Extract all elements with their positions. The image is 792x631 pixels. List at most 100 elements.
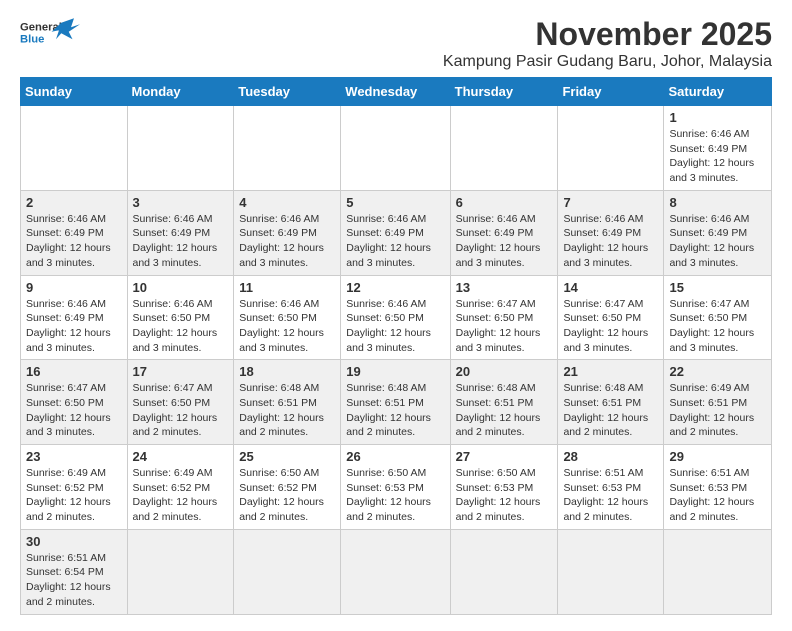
day-info: Sunrise: 6:46 AMSunset: 6:49 PMDaylight:… — [456, 212, 553, 271]
calendar-cell: 30Sunrise: 6:51 AMSunset: 6:54 PMDayligh… — [21, 529, 128, 614]
day-number: 15 — [669, 280, 766, 295]
day-number: 24 — [133, 449, 229, 464]
day-info: Sunrise: 6:46 AMSunset: 6:49 PMDaylight:… — [563, 212, 658, 271]
day-number: 1 — [669, 110, 766, 125]
day-number: 19 — [346, 364, 444, 379]
day-info: Sunrise: 6:46 AMSunset: 6:49 PMDaylight:… — [26, 297, 122, 356]
day-number: 28 — [563, 449, 658, 464]
day-info: Sunrise: 6:51 AMSunset: 6:53 PMDaylight:… — [669, 466, 766, 525]
day-number: 4 — [239, 195, 335, 210]
calendar-cell — [127, 106, 234, 191]
calendar-cell: 29 Sunrise: 6:51 AMSunset: 6:53 PMDayligh… — [664, 445, 772, 530]
month-title: November 2025 — [443, 16, 772, 53]
calendar-cell: 2 Sunrise: 6:46 AMSunset: 6:49 PMDaylight… — [21, 190, 128, 275]
calendar-cell: 4 Sunrise: 6:46 AMSunset: 6:49 PMDaylight… — [234, 190, 341, 275]
calendar-cell: 13Sunrise: 6:47 AMSunset: 6:50 PMDayligh… — [450, 275, 558, 360]
location-subtitle: Kampung Pasir Gudang Baru, Johor, Malays… — [443, 53, 772, 71]
weekday-header-sunday: Sunday — [21, 78, 128, 106]
day-info: Sunrise: 6:48 AMSunset: 6:51 PMDaylight:… — [456, 381, 553, 440]
svg-text:Blue: Blue — [20, 33, 44, 45]
calendar-cell: 20 Sunrise: 6:48 AMSunset: 6:51 PMDayligh… — [450, 360, 558, 445]
day-info: Sunrise: 6:46 AMSunset: 6:49 PMDaylight:… — [133, 212, 229, 271]
day-number: 7 — [563, 195, 658, 210]
weekday-header-tuesday: Tuesday — [234, 78, 341, 106]
calendar-cell — [234, 529, 341, 614]
calendar-cell — [450, 106, 558, 191]
day-number: 29 — [669, 449, 766, 464]
day-info: Sunrise: 6:46 AMSunset: 6:49 PMDaylight:… — [239, 212, 335, 271]
calendar-cell: 25 Sunrise: 6:50 AMSunset: 6:52 PMDayligh… — [234, 445, 341, 530]
calendar-cell: 11Sunrise: 6:46 AMSunset: 6:50 PMDayligh… — [234, 275, 341, 360]
day-info: Sunrise: 6:47 AMSunset: 6:50 PMDaylight:… — [133, 381, 229, 440]
week-row-4: 16Sunrise: 6:47 AMSunset: 6:50 PMDayligh… — [21, 360, 772, 445]
calendar-cell — [341, 106, 450, 191]
calendar-cell: 22Sunrise: 6:49 AMSunset: 6:51 PMDayligh… — [664, 360, 772, 445]
calendar-cell: 9 Sunrise: 6:46 AMSunset: 6:49 PMDaylight… — [21, 275, 128, 360]
day-info: Sunrise: 6:46 AMSunset: 6:49 PMDaylight:… — [669, 127, 766, 186]
calendar-cell — [450, 529, 558, 614]
day-info: Sunrise: 6:46 AMSunset: 6:49 PMDaylight:… — [346, 212, 444, 271]
calendar-cell: 1 Sunrise: 6:46 AMSunset: 6:49 PMDaylight… — [664, 106, 772, 191]
calendar-cell: 8 Sunrise: 6:46 AMSunset: 6:49 PMDaylight… — [664, 190, 772, 275]
day-info: Sunrise: 6:50 AMSunset: 6:53 PMDaylight:… — [456, 466, 553, 525]
header: General Blue November 2025 Kampung Pasir… — [20, 16, 772, 71]
svg-text:General: General — [20, 21, 62, 33]
calendar-cell — [558, 529, 664, 614]
title-area: November 2025 Kampung Pasir Gudang Baru,… — [443, 16, 772, 71]
day-number: 12 — [346, 280, 444, 295]
calendar-cell: 14Sunrise: 6:47 AMSunset: 6:50 PMDayligh… — [558, 275, 664, 360]
day-info: Sunrise: 6:47 AMSunset: 6:50 PMDaylight:… — [669, 297, 766, 356]
day-number: 9 — [26, 280, 122, 295]
calendar-table: SundayMondayTuesdayWednesdayThursdayFrid… — [20, 77, 772, 615]
day-number: 6 — [456, 195, 553, 210]
calendar-cell: 17 Sunrise: 6:47 AMSunset: 6:50 PMDayligh… — [127, 360, 234, 445]
day-info: Sunrise: 6:47 AMSunset: 6:50 PMDaylight:… — [563, 297, 658, 356]
day-info: Sunrise: 6:47 AMSunset: 6:50 PMDaylight:… — [456, 297, 553, 356]
calendar-cell: 27 Sunrise: 6:50 AMSunset: 6:53 PMDayligh… — [450, 445, 558, 530]
calendar-cell: 23 Sunrise: 6:49 AMSunset: 6:52 PMDayligh… — [21, 445, 128, 530]
calendar-cell — [234, 106, 341, 191]
weekday-header-monday: Monday — [127, 78, 234, 106]
day-number: 2 — [26, 195, 122, 210]
day-info: Sunrise: 6:46 AMSunset: 6:49 PMDaylight:… — [26, 212, 122, 271]
calendar-cell: 10Sunrise: 6:46 AMSunset: 6:50 PMDayligh… — [127, 275, 234, 360]
day-number: 21 — [563, 364, 658, 379]
day-number: 8 — [669, 195, 766, 210]
calendar-cell — [127, 529, 234, 614]
calendar-cell — [21, 106, 128, 191]
calendar-cell: 21Sunrise: 6:48 AMSunset: 6:51 PMDayligh… — [558, 360, 664, 445]
calendar-cell: 15 Sunrise: 6:47 AMSunset: 6:50 PMDayligh… — [664, 275, 772, 360]
day-number: 25 — [239, 449, 335, 464]
day-info: Sunrise: 6:46 AMSunset: 6:50 PMDaylight:… — [346, 297, 444, 356]
day-number: 26 — [346, 449, 444, 464]
calendar-cell: 7 Sunrise: 6:46 AMSunset: 6:49 PMDaylight… — [558, 190, 664, 275]
day-number: 20 — [456, 364, 553, 379]
day-info: Sunrise: 6:50 AMSunset: 6:52 PMDaylight:… — [239, 466, 335, 525]
week-row-2: 2 Sunrise: 6:46 AMSunset: 6:49 PMDaylight… — [21, 190, 772, 275]
calendar-cell: 26 Sunrise: 6:50 AMSunset: 6:53 PMDayligh… — [341, 445, 450, 530]
day-number: 17 — [133, 364, 229, 379]
day-info: Sunrise: 6:47 AMSunset: 6:50 PMDaylight:… — [26, 381, 122, 440]
calendar-cell: 18 Sunrise: 6:48 AMSunset: 6:51 PMDayligh… — [234, 360, 341, 445]
day-info: Sunrise: 6:49 AMSunset: 6:52 PMDaylight:… — [26, 466, 122, 525]
calendar-cell: 3Sunrise: 6:46 AMSunset: 6:49 PMDaylight… — [127, 190, 234, 275]
calendar-cell: 19Sunrise: 6:48 AMSunset: 6:51 PMDayligh… — [341, 360, 450, 445]
calendar-cell: 24 Sunrise: 6:49 AMSunset: 6:52 PMDayligh… — [127, 445, 234, 530]
weekday-header-saturday: Saturday — [664, 78, 772, 106]
calendar-cell: 16Sunrise: 6:47 AMSunset: 6:50 PMDayligh… — [21, 360, 128, 445]
day-info: Sunrise: 6:49 AMSunset: 6:52 PMDaylight:… — [133, 466, 229, 525]
calendar-cell: 28Sunrise: 6:51 AMSunset: 6:53 PMDayligh… — [558, 445, 664, 530]
weekday-header-row: SundayMondayTuesdayWednesdayThursdayFrid… — [21, 78, 772, 106]
day-number: 27 — [456, 449, 553, 464]
day-number: 22 — [669, 364, 766, 379]
calendar-cell: 5Sunrise: 6:46 AMSunset: 6:49 PMDaylight… — [341, 190, 450, 275]
generalblue-logo: General Blue — [20, 16, 80, 52]
week-row-5: 23 Sunrise: 6:49 AMSunset: 6:52 PMDayligh… — [21, 445, 772, 530]
day-info: Sunrise: 6:48 AMSunset: 6:51 PMDaylight:… — [239, 381, 335, 440]
day-info: Sunrise: 6:50 AMSunset: 6:53 PMDaylight:… — [346, 466, 444, 525]
calendar-cell — [341, 529, 450, 614]
calendar-cell — [558, 106, 664, 191]
day-number: 23 — [26, 449, 122, 464]
day-number: 18 — [239, 364, 335, 379]
day-info: Sunrise: 6:46 AMSunset: 6:49 PMDaylight:… — [669, 212, 766, 271]
